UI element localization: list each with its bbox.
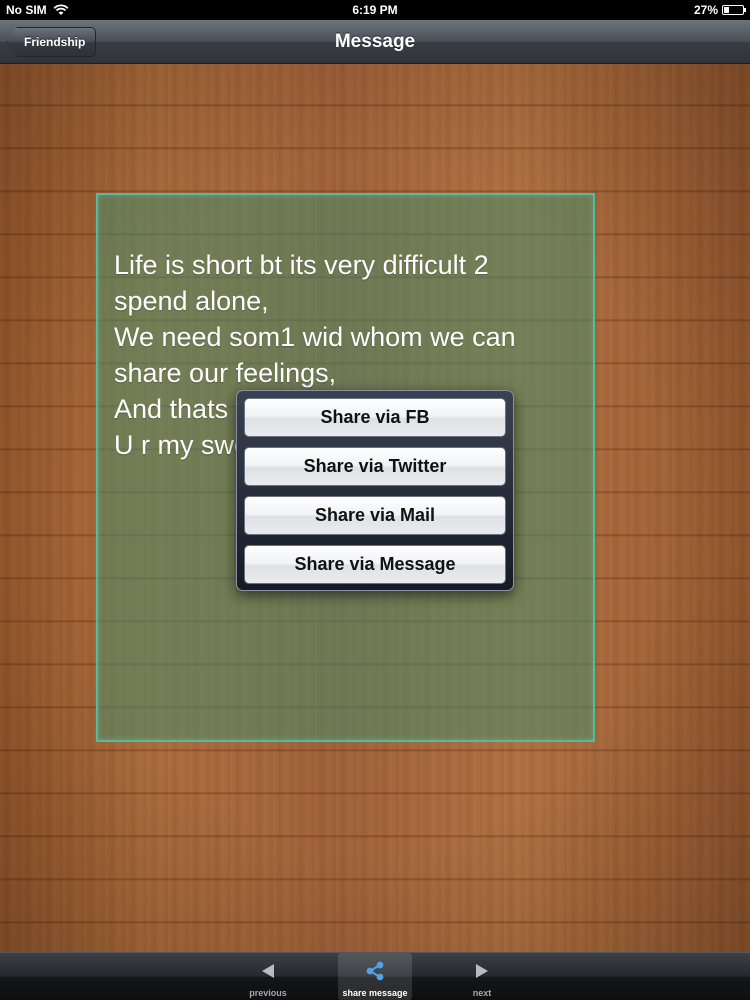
status-time: 6:19 PM	[352, 3, 398, 17]
status-battery: 27%	[693, 3, 746, 17]
battery-percentage: 27%	[693, 3, 718, 17]
battery-icon	[722, 5, 746, 15]
status-bar: No SIM 6:19 PM 27%	[0, 0, 750, 20]
previous-label: previous	[249, 988, 287, 998]
share-popover: Share via FB Share via Twitter Share via…	[236, 390, 514, 591]
share-icon	[366, 961, 384, 981]
back-button[interactable]: Friendship	[7, 27, 97, 57]
battery-fill	[724, 7, 729, 13]
navigation-bar: Message Friendship	[0, 20, 750, 64]
share-via-fb-button[interactable]: Share via FB	[244, 398, 506, 437]
page-title: Message	[334, 31, 416, 52]
arrow-right-icon	[476, 964, 488, 978]
bottom-toolbar: previous share message next	[0, 952, 750, 1000]
share-via-twitter-button[interactable]: Share via Twitter	[244, 447, 506, 486]
share-message-label: share message	[342, 988, 408, 998]
share-message-button[interactable]: share message	[338, 953, 412, 1000]
arrow-left-icon	[262, 964, 274, 978]
share-via-mail-button[interactable]: Share via Mail	[244, 496, 506, 535]
next-label: next	[472, 988, 492, 998]
share-via-message-button[interactable]: Share via Message	[244, 545, 506, 584]
next-button[interactable]: next	[446, 953, 518, 1000]
previous-button[interactable]: previous	[232, 953, 304, 1000]
